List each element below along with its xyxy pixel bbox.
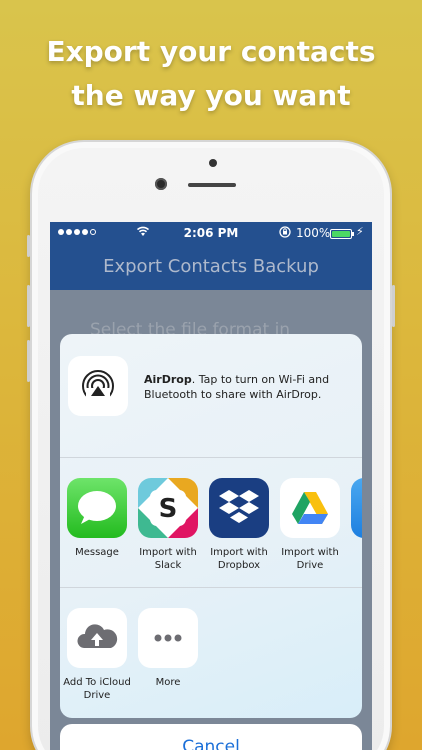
share-apps-row: Message S Import with Slack Import with … — [60, 458, 362, 588]
rotation-lock-icon — [278, 225, 292, 242]
icloud-upload-icon[interactable] — [67, 608, 127, 668]
messages-icon[interactable] — [67, 478, 127, 538]
volume-up-button — [27, 285, 30, 327]
share-app-label: Import with Slack — [139, 547, 197, 571]
action-label: More — [155, 677, 181, 688]
airdrop-icon[interactable] — [68, 356, 128, 416]
battery-percentage: 100% — [296, 226, 331, 240]
svg-text:S: S — [159, 494, 178, 524]
share-app-slack[interactable]: S Import with Slack — [134, 478, 202, 572]
mute-switch — [27, 235, 30, 257]
share-app-label: Import with Drive — [281, 547, 339, 571]
share-app-label: Import with Dropbox — [210, 547, 268, 571]
proximity-sensor — [209, 159, 217, 167]
share-app-label: Message — [75, 547, 119, 558]
more-icon[interactable] — [138, 608, 198, 668]
headline-line-2: the way you want — [71, 79, 351, 112]
share-app-dropbox[interactable]: Import with Dropbox — [205, 478, 273, 572]
volume-down-button — [27, 340, 30, 382]
action-more[interactable]: More — [134, 608, 202, 689]
action-add-to-icloud-drive[interactable]: Add To iCloud Drive — [63, 608, 131, 702]
share-app-drive[interactable]: Import with Drive — [276, 478, 344, 572]
airdrop-title: AirDrop — [144, 373, 192, 386]
action-label: Add To iCloud Drive — [63, 677, 131, 701]
google-drive-icon[interactable] — [280, 478, 340, 538]
airdrop-row[interactable]: AirDrop. Tap to turn on Wi-Fi and Blueto… — [60, 334, 362, 458]
headline-line-1: Export your contacts — [46, 35, 376, 68]
nav-bar-title: Export Contacts Backup — [50, 244, 372, 290]
dropbox-icon[interactable] — [209, 478, 269, 538]
airdrop-description: AirDrop. Tap to turn on Wi-Fi and Blueto… — [144, 372, 344, 402]
charging-bolt-icon: ⚡ — [356, 225, 364, 238]
share-actions-row: Add To iCloud Drive More — [60, 588, 362, 718]
slack-icon[interactable]: S — [138, 478, 198, 538]
power-button — [392, 285, 395, 327]
share-app-message[interactable]: Message — [63, 478, 131, 559]
partial-app-icon[interactable] — [351, 478, 362, 538]
cancel-button[interactable]: Cancel — [60, 724, 362, 750]
phone-screen: 2:06 PM 100% ⚡ Export Contacts Backup Se… — [50, 222, 372, 750]
front-camera — [155, 178, 167, 190]
share-app-partial[interactable] — [347, 478, 362, 538]
battery-icon — [330, 229, 354, 239]
headline: Export your contacts the way you want — [0, 30, 422, 118]
status-bar: 2:06 PM 100% ⚡ — [50, 222, 372, 244]
share-sheet: AirDrop. Tap to turn on Wi-Fi and Blueto… — [60, 334, 362, 718]
earpiece-speaker — [188, 183, 236, 187]
